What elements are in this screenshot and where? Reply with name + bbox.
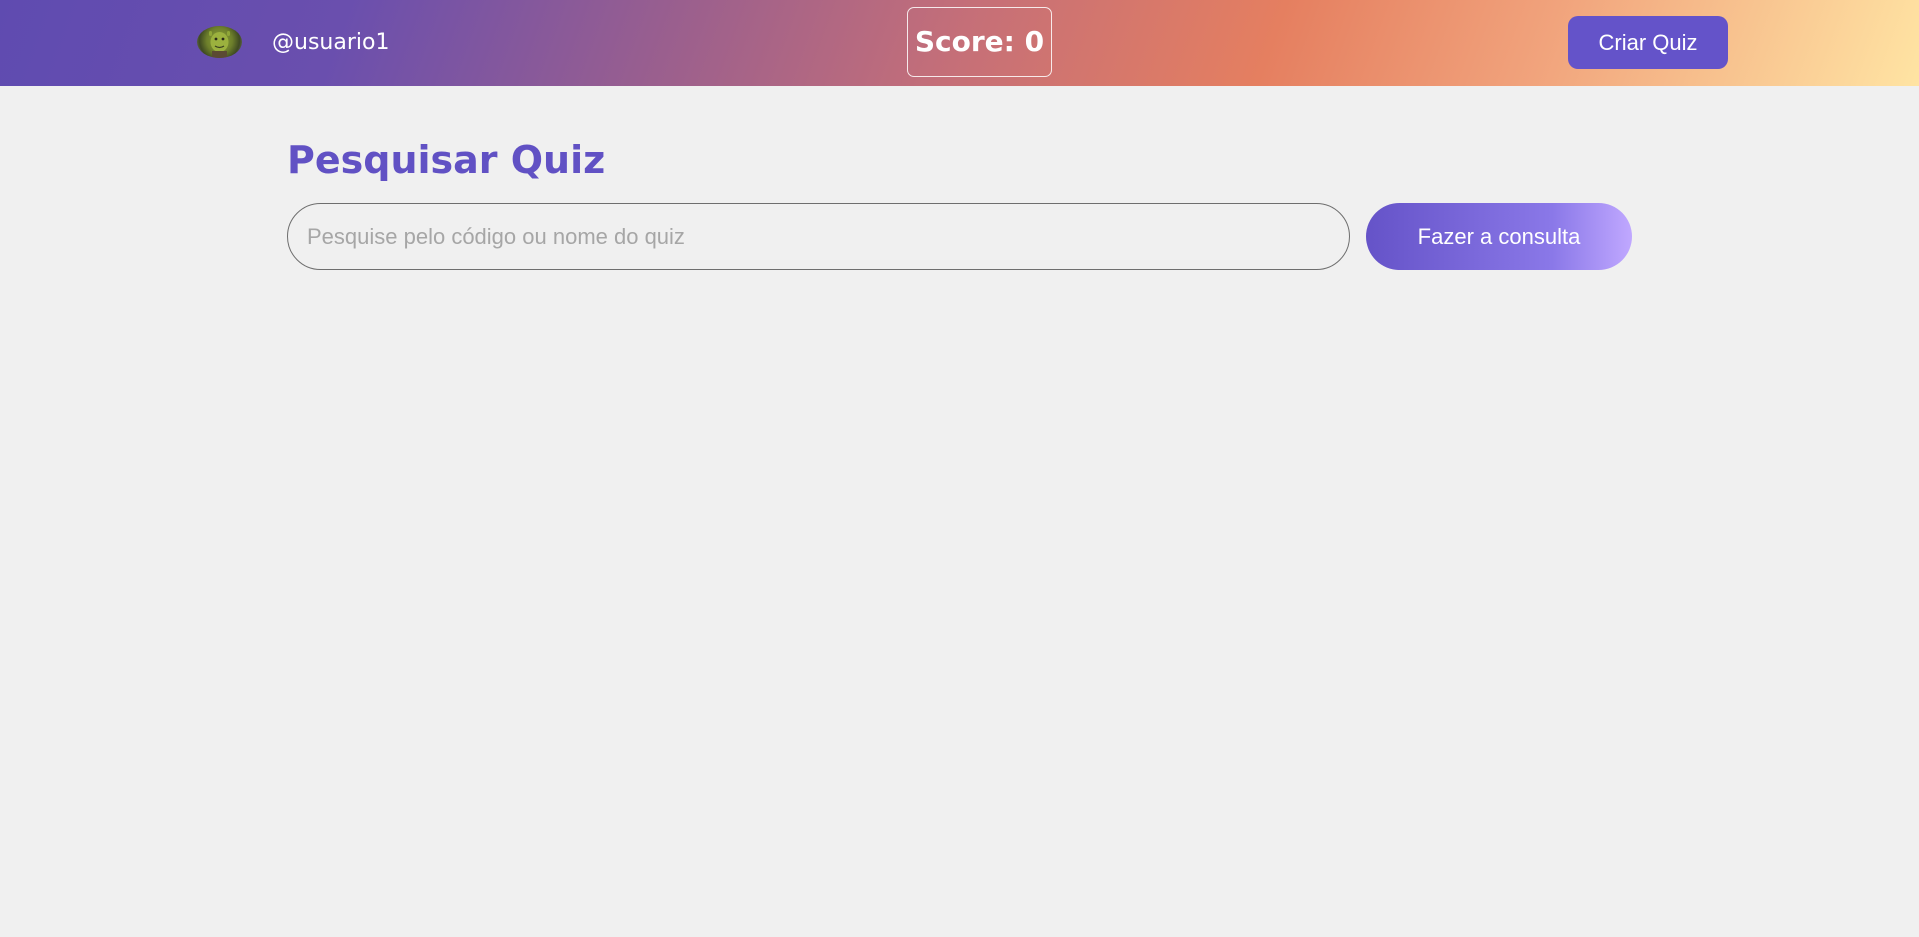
search-button[interactable]: Fazer a consulta xyxy=(1366,203,1632,270)
page-title: Pesquisar Quiz xyxy=(287,138,606,182)
avatar-image xyxy=(209,31,230,58)
search-input[interactable] xyxy=(287,203,1350,270)
score-display: Score: 0 xyxy=(907,7,1052,77)
username-label: @usuario1 xyxy=(272,30,390,55)
create-quiz-button[interactable]: Criar Quiz xyxy=(1568,16,1728,69)
top-bar: @usuario1 Score: 0 Criar Quiz xyxy=(0,0,1919,86)
avatar[interactable] xyxy=(197,26,242,58)
